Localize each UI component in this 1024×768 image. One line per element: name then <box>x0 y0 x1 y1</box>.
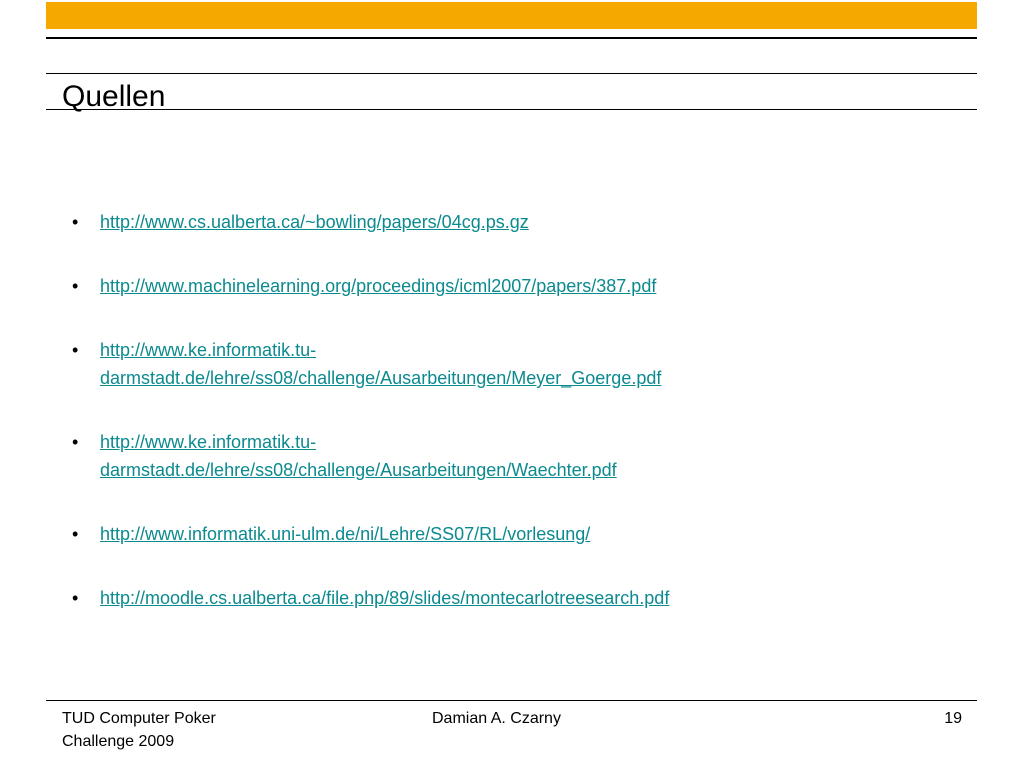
source-link[interactable]: http://www.cs.ualberta.ca/~bowling/paper… <box>100 212 529 232</box>
footer-author: Damian A. Czarny <box>432 710 561 727</box>
source-link[interactable]: http://www.ke.informatik.tu- darmstadt.d… <box>100 340 661 388</box>
footer-course-name: TUD Computer Poker Challenge 2009 <box>62 710 216 750</box>
list-item: • http://www.ke.informatik.tu- darmstadt… <box>72 336 952 392</box>
source-link[interactable]: http://www.informatik.uni-ulm.de/ni/Lehr… <box>100 524 590 544</box>
title-rule-top <box>46 73 977 74</box>
header-divider <box>46 37 977 39</box>
bullet: • <box>72 524 79 544</box>
list-item: • http://www.machinelearning.org/proceed… <box>72 272 952 300</box>
header-accent-bar <box>46 2 977 29</box>
list-item: • http://www.ke.informatik.tu- darmstadt… <box>72 428 952 484</box>
footer-divider <box>46 700 977 701</box>
source-link[interactable]: http://moodle.cs.ualberta.ca/file.php/89… <box>100 588 669 608</box>
bullet: • <box>72 212 79 232</box>
bullet: • <box>72 340 79 360</box>
bullet: • <box>72 588 79 608</box>
title-rule-bottom <box>46 109 977 110</box>
sources-list: • http://www.cs.ualberta.ca/~bowling/pap… <box>72 208 952 648</box>
source-link[interactable]: http://www.ke.informatik.tu- darmstadt.d… <box>100 432 617 480</box>
bullet: • <box>72 432 79 452</box>
list-item: • http://www.cs.ualberta.ca/~bowling/pap… <box>72 208 952 236</box>
list-item: • http://moodle.cs.ualberta.ca/file.php/… <box>72 584 952 612</box>
page-number: 19 <box>944 710 962 727</box>
list-item: • http://www.informatik.uni-ulm.de/ni/Le… <box>72 520 952 548</box>
source-link[interactable]: http://www.machinelearning.org/proceedin… <box>100 276 656 296</box>
bullet: • <box>72 276 79 296</box>
